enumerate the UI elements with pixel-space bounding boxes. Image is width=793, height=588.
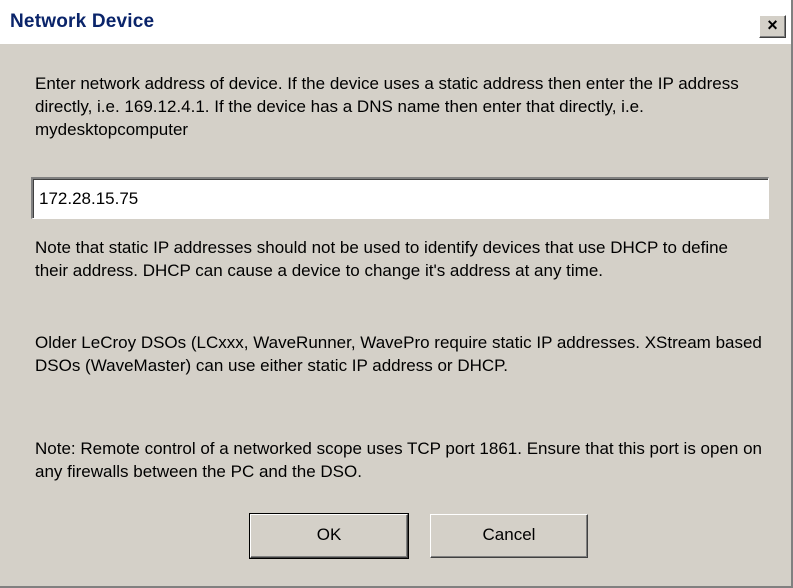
dhcp-note-text: Note that static IP addresses should not… [35, 238, 729, 280]
close-icon: × [767, 15, 778, 35]
cancel-button[interactable]: Cancel [430, 514, 588, 558]
ok-button[interactable]: OK [249, 513, 409, 559]
instructions-text: Enter network address of device. If the … [35, 74, 739, 139]
dialog-title: Network Device [10, 11, 155, 32]
dso-note-text: Older LeCroy DSOs (LCxxx, WaveRunner, Wa… [35, 333, 762, 375]
port-note-text: Note: Remote control of a networked scop… [35, 439, 763, 481]
network-address-input[interactable] [31, 177, 769, 219]
network-device-dialog: Network Device × Enter network address o… [0, 0, 793, 588]
title-bar[interactable]: Network Device × [0, 0, 791, 44]
close-button[interactable]: × [759, 15, 786, 38]
